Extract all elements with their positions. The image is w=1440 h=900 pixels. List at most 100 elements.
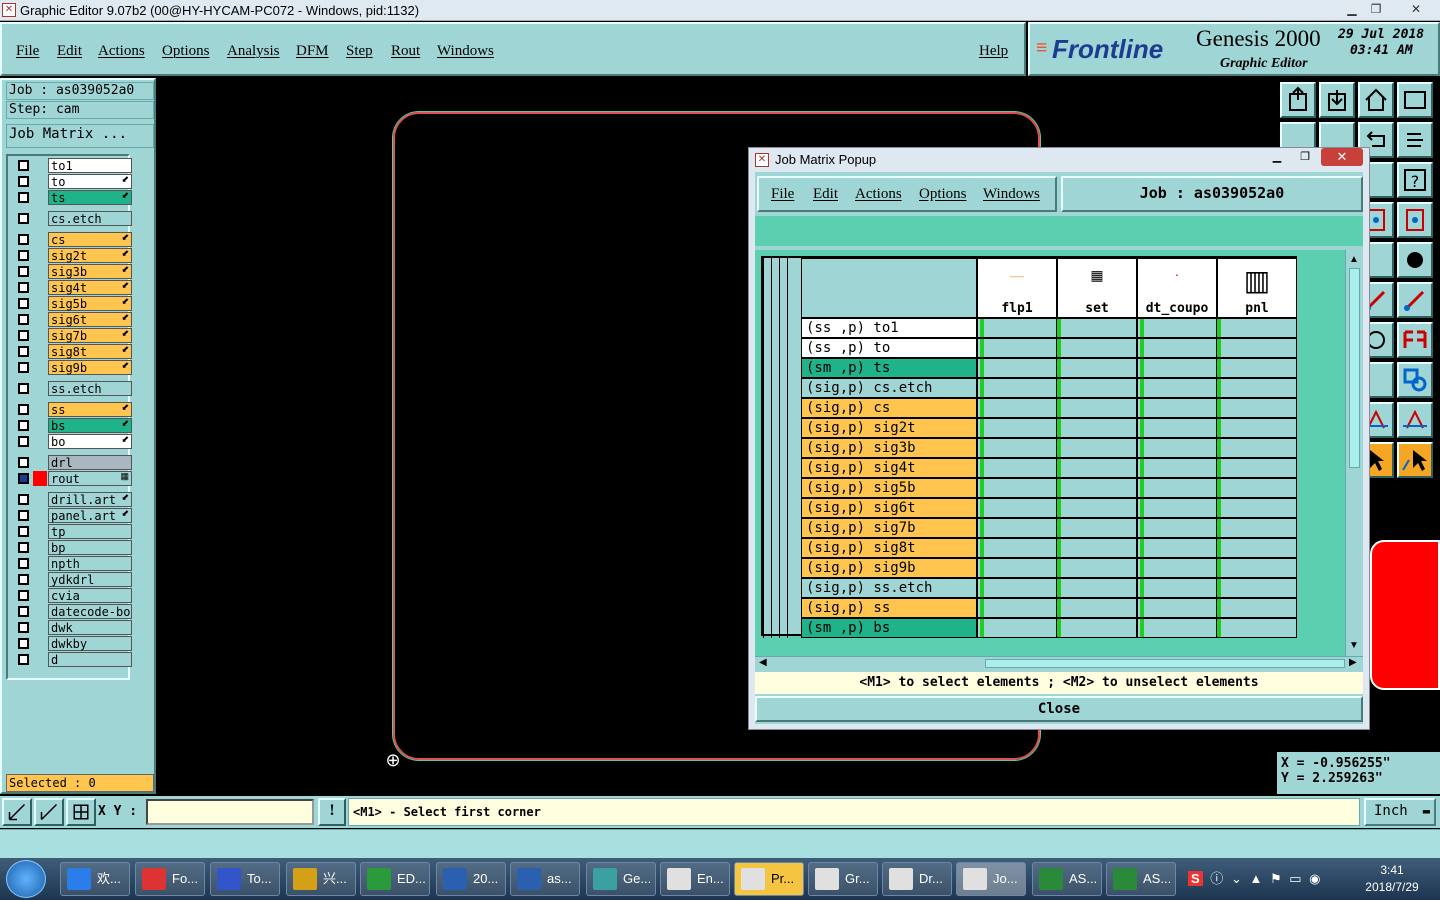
pad-icon[interactable] — [1397, 242, 1433, 278]
matrix-cell[interactable] — [977, 598, 1057, 618]
layer-row[interactable]: sig7b ⬋ — [16, 328, 132, 343]
popup-menu-edit[interactable]: Edit — [813, 186, 838, 203]
layer-name[interactable]: sig6t — [48, 312, 132, 327]
matrix-cell[interactable] — [1137, 338, 1217, 358]
matrix-column-header[interactable]: — flp1 — [977, 258, 1057, 318]
vertical-scroll-thumb[interactable] — [1349, 268, 1360, 468]
matrix-cell[interactable] — [1217, 558, 1297, 578]
layer-checkbox[interactable] — [18, 590, 29, 601]
matrix-column-header[interactable]: · dt_coupo — [1137, 258, 1217, 318]
matrix-cell[interactable] — [1137, 478, 1217, 498]
menu-actions[interactable]: Actions — [98, 43, 145, 60]
layer-row[interactable]: to ⬋ — [16, 174, 132, 189]
layer-row[interactable]: bp — [16, 540, 132, 555]
layer-checkbox[interactable] — [18, 606, 29, 617]
matrix-cell[interactable] — [1137, 498, 1217, 518]
layer-name[interactable]: bp — [48, 540, 132, 555]
layer-checkbox[interactable] — [18, 266, 29, 277]
close-button[interactable]: ✕ — [1404, 2, 1428, 18]
matrix-cell[interactable] — [1057, 618, 1137, 638]
matrix-cell[interactable] — [1057, 338, 1137, 358]
redo-icon[interactable] — [1397, 122, 1433, 158]
net-icon[interactable] — [1397, 202, 1433, 238]
layer-name[interactable]: ts — [48, 190, 132, 205]
zoom-area-icon[interactable] — [34, 798, 64, 826]
matrix-cell[interactable] — [1137, 518, 1217, 538]
matrix-cell[interactable] — [977, 558, 1057, 578]
menu-rout[interactable]: Rout — [391, 43, 420, 60]
scroll-left-icon[interactable]: ◀ — [759, 657, 767, 668]
save-icon[interactable] — [1319, 82, 1355, 118]
layer-checkbox[interactable] — [18, 510, 29, 521]
matrix-grid[interactable]: — flp1 ▦ set · dt_coupo ▥ pnl (ss ,p) to1 (ss ,p)… — [761, 256, 1297, 638]
layer-row[interactable]: sig4t ⬋ — [16, 280, 132, 295]
layer-row[interactable]: drill.art ⬋ — [16, 492, 132, 507]
layer-name[interactable]: ss — [48, 402, 132, 417]
minimize-button[interactable]: ▁ — [1340, 2, 1364, 18]
layer-name[interactable]: bs — [48, 418, 132, 433]
matrix-cell[interactable] — [1137, 458, 1217, 478]
matrix-cell[interactable] — [1217, 378, 1297, 398]
tray-help-icon[interactable]: ⓘ — [1210, 871, 1223, 886]
menu-step[interactable]: Step — [346, 43, 373, 60]
layer-checkbox[interactable] — [18, 346, 29, 357]
layer-row[interactable]: panel.art ⬋ — [16, 508, 132, 523]
layer-checkbox[interactable] — [18, 638, 29, 649]
matrix-cell[interactable] — [1137, 438, 1217, 458]
layer-row[interactable]: dwkby — [16, 636, 132, 651]
matrix-cell[interactable] — [1217, 338, 1297, 358]
layer-checkbox[interactable] — [18, 654, 29, 665]
matrix-row-label[interactable]: (ss ,p) to1 — [801, 318, 977, 338]
tray-arrow-icon[interactable]: ▲ — [1249, 871, 1262, 886]
layer-name[interactable]: ydkdrl — [48, 572, 132, 587]
layer-checkbox[interactable] — [18, 250, 29, 261]
taskbar-item[interactable]: Gr... — [808, 862, 878, 896]
matrix-cell[interactable] — [1137, 578, 1217, 598]
layer-name[interactable]: to1 — [48, 158, 132, 173]
matrix-cell[interactable] — [1057, 598, 1137, 618]
layer-checkbox[interactable] — [18, 314, 29, 325]
matrix-cell[interactable] — [1057, 318, 1137, 338]
menu-options[interactable]: Options — [162, 43, 210, 60]
layer-checkbox[interactable] — [18, 404, 29, 415]
matrix-cell[interactable] — [977, 458, 1057, 478]
matrix-cell[interactable] — [977, 498, 1057, 518]
matrix-cell[interactable] — [1137, 618, 1217, 638]
layer-checkbox[interactable] — [18, 282, 29, 293]
matrix-cell[interactable] — [977, 418, 1057, 438]
matrix-cell[interactable] — [1137, 378, 1217, 398]
layer-checkbox[interactable] — [18, 298, 29, 309]
start-button[interactable] — [6, 860, 46, 898]
layer-checkbox[interactable] — [18, 234, 29, 245]
matrix-cell[interactable] — [1217, 318, 1297, 338]
layer-row[interactable]: drl — [16, 455, 132, 470]
layer-name[interactable]: sig4t — [48, 280, 132, 295]
matrix-row-label[interactable]: (sm ,p) ts — [801, 358, 977, 378]
popup-menu-file[interactable]: File — [771, 186, 794, 203]
layer-name[interactable]: npth — [48, 556, 132, 571]
matrix-row-label[interactable]: (sig,p) sig8t — [801, 538, 977, 558]
matrix-cell[interactable] — [1137, 598, 1217, 618]
matrix-row-label[interactable]: (ss ,p) to — [801, 338, 977, 358]
matrix-row-label[interactable]: (sig,p) cs.etch — [801, 378, 977, 398]
matrix-horizontal-scrollbar[interactable]: ◀ ▶ — [755, 656, 1363, 670]
taskbar-item[interactable]: Pr... — [734, 862, 804, 896]
matrix-cell[interactable] — [1137, 418, 1217, 438]
matrix-row-label[interactable]: (sig,p) sig9b — [801, 558, 977, 578]
matrix-cell[interactable] — [1217, 438, 1297, 458]
layer-name[interactable]: sig9b — [48, 360, 132, 375]
matrix-row-label[interactable]: (sm ,p) bs — [801, 618, 977, 638]
matrix-cell[interactable] — [1217, 618, 1297, 638]
layer-checkbox[interactable] — [18, 362, 29, 373]
layer-checkbox[interactable] — [18, 542, 29, 553]
layer-name[interactable]: tp — [48, 524, 132, 539]
layer-row[interactable]: cs ⬋ — [16, 232, 132, 247]
layer-checkbox[interactable] — [18, 160, 29, 171]
layer-row[interactable]: bs ⬋ — [16, 418, 132, 433]
layer-name[interactable]: ss.etch — [48, 381, 132, 396]
matrix-cell[interactable] — [1057, 418, 1137, 438]
matrix-cell[interactable] — [1217, 418, 1297, 438]
matrix-cell[interactable] — [1137, 558, 1217, 578]
matrix-cell[interactable] — [1137, 358, 1217, 378]
scroll-right-icon[interactable]: ▶ — [1349, 657, 1357, 668]
